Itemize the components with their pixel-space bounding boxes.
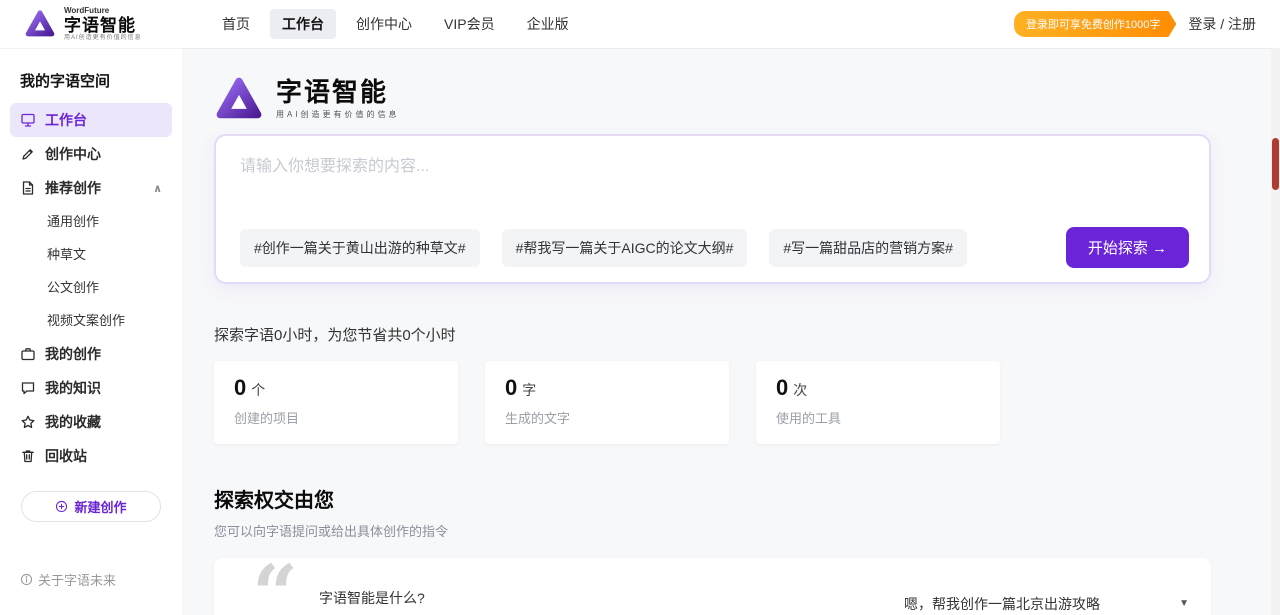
- stat-card-words: 0 字 生成的文字: [485, 361, 729, 444]
- header-logo[interactable]: WordFuture 字语智能 用AI创造更有价值的信息: [24, 7, 182, 41]
- stat-cards: 0 个 创建的项目 0 字 生成的文字 0 次 使用的工具: [214, 361, 1280, 444]
- brand-triangle-icon: [24, 8, 56, 40]
- nav-workbench[interactable]: 工作台: [270, 9, 336, 39]
- hero-tagline: 用AI创造更有价值的信息: [276, 109, 400, 120]
- explore-input[interactable]: [240, 152, 1189, 214]
- briefcase-icon: [20, 346, 36, 362]
- stat-value: 0: [234, 375, 246, 401]
- sidebar-item-workbench[interactable]: 工作台: [10, 103, 172, 137]
- suggestion-chip-huangshan[interactable]: #创作一篇关于黄山出游的种草文#: [240, 229, 480, 267]
- sidebar-subitem-official-doc[interactable]: 公文创作: [0, 271, 182, 304]
- promo-badge[interactable]: 登录即可享免费创作1000字: [1014, 11, 1176, 37]
- sidebar-item-label: 我的知识: [45, 378, 101, 398]
- main-nav: 首页 工作台 创作中心 VIP会员 企业版: [210, 9, 581, 39]
- sidebar-title: 我的字语空间: [0, 60, 182, 103]
- main-content: 字语智能 用AI创造更有价值的信息 #创作一篇关于黄山出游的种草文# #帮我写一…: [182, 48, 1280, 615]
- sidebar-item-label: 我的创作: [45, 344, 101, 364]
- header-right: 登录即可享免费创作1000字 登录 / 注册: [1014, 11, 1256, 37]
- sidebar-item-my-creations[interactable]: 我的创作: [10, 337, 172, 371]
- plus-circle-icon: [55, 500, 68, 513]
- qa-question-text: 字语智能是什么?: [319, 588, 425, 608]
- suggestion-row: #创作一篇关于黄山出游的种草文# #帮我写一篇关于AIGC的论文大纲# #写一篇…: [240, 227, 1189, 268]
- stat-unit: 次: [793, 380, 807, 400]
- section-title: 探索权交由您: [214, 484, 1280, 513]
- suggestion-chip-aigc-outline[interactable]: #帮我写一篇关于AIGC的论文大纲#: [502, 229, 748, 267]
- nav-vip-member[interactable]: VIP会员: [432, 9, 507, 39]
- info-circle-icon: [20, 573, 33, 586]
- stat-value: 0: [505, 375, 517, 401]
- chat-bubble-icon: [20, 380, 36, 396]
- section-subtitle: 您可以向字语提问或给出具体创作的指令: [214, 521, 1280, 540]
- stat-unit: 字: [522, 380, 536, 400]
- hero-title: 字语智能: [276, 78, 400, 107]
- sidebar-item-my-knowledge[interactable]: 我的知识: [10, 371, 172, 405]
- stat-label: 生成的文字: [505, 408, 709, 427]
- sidebar-item-label: 推荐创作: [45, 178, 101, 198]
- hero-brand: 字语智能 用AI创造更有价值的信息: [214, 74, 1280, 124]
- page-scrollbar-track: [1271, 48, 1280, 615]
- sidebar-subitem-video-copy[interactable]: 视频文案创作: [0, 304, 182, 337]
- quote-icon: “: [252, 554, 298, 615]
- sidebar-subgroup: 通用创作 种草文 公文创作 视频文案创作: [0, 205, 182, 337]
- brand-tagline-mini: 用AI创造更有价值的信息: [64, 35, 142, 41]
- scrollbar-thumb[interactable]: [1272, 138, 1279, 190]
- start-explore-button[interactable]: 开始探索 →: [1066, 227, 1189, 268]
- brand-wordfuture: WordFuture: [64, 7, 142, 15]
- top-header: WordFuture 字语智能 用AI创造更有价值的信息 首页 工作台 创作中心…: [0, 0, 1280, 48]
- new-creation-label: 新建创作: [74, 497, 126, 516]
- qa-example-panel: “ 字语智能是什么? 嗯，帮我创作一篇北京出游攻略 ▼: [214, 558, 1211, 615]
- sidebar-item-recycle-bin[interactable]: 回收站: [10, 439, 172, 473]
- sidebar-subitem-seeding[interactable]: 种草文: [0, 238, 182, 271]
- stat-card-tools: 0 次 使用的工具: [756, 361, 1000, 444]
- sidebar-item-label: 工作台: [45, 110, 87, 130]
- nav-enterprise[interactable]: 企业版: [515, 9, 581, 39]
- new-creation-button[interactable]: 新建创作: [21, 491, 161, 522]
- explore-search-panel: #创作一篇关于黄山出游的种草文# #帮我写一篇关于AIGC的论文大纲# #写一篇…: [214, 134, 1211, 284]
- brand-text: WordFuture 字语智能 用AI创造更有价值的信息: [64, 7, 142, 41]
- about-wordfuture-link[interactable]: 关于字语未来: [20, 570, 116, 589]
- brand-name: 字语智能: [64, 17, 142, 34]
- sidebar-item-recommended[interactable]: 推荐创作 ∧: [10, 171, 172, 205]
- document-icon: [20, 180, 36, 196]
- trash-icon: [20, 448, 36, 464]
- star-icon: [20, 414, 36, 430]
- stat-label: 使用的工具: [776, 408, 980, 427]
- sidebar-item-label: 创作中心: [45, 144, 101, 164]
- sidebar-subitem-general[interactable]: 通用创作: [0, 205, 182, 238]
- nav-home[interactable]: 首页: [210, 9, 262, 39]
- time-saved-summary: 探索字语0小时，为您节省共0个小时: [214, 324, 1280, 345]
- stat-value: 0: [776, 375, 788, 401]
- suggestion-chip-dessert-marketing[interactable]: #写一篇甜品店的营销方案#: [769, 229, 967, 267]
- stat-unit: 个: [251, 380, 265, 400]
- stat-card-projects: 0 个 创建的项目: [214, 361, 458, 444]
- about-label: 关于字语未来: [38, 570, 116, 589]
- sidebar-item-label: 我的收藏: [45, 412, 101, 432]
- chevron-up-icon[interactable]: ∧: [153, 182, 162, 195]
- hero-brand-text: 字语智能 用AI创造更有价值的信息: [276, 78, 400, 121]
- login-register-link[interactable]: 登录 / 注册: [1188, 14, 1256, 34]
- brand-triangle-icon-large: [214, 74, 264, 124]
- nav-creation-center[interactable]: 创作中心: [344, 9, 424, 39]
- sidebar-item-label: 回收站: [45, 446, 87, 466]
- qa-prompt-dropdown[interactable]: 嗯，帮我创作一篇北京出游攻略: [904, 594, 1100, 614]
- sidebar-item-my-favorites[interactable]: 我的收藏: [10, 405, 172, 439]
- monitor-icon: [20, 112, 36, 128]
- caret-down-icon[interactable]: ▼: [1179, 598, 1189, 609]
- stat-label: 创建的项目: [234, 408, 438, 427]
- sidebar: 我的字语空间 工作台 创作中心 推荐创作 ∧ 通用创作 种草文 公文创作 视频文…: [0, 48, 182, 615]
- sidebar-item-creation-center[interactable]: 创作中心: [10, 137, 172, 171]
- pencil-icon: [20, 146, 36, 162]
